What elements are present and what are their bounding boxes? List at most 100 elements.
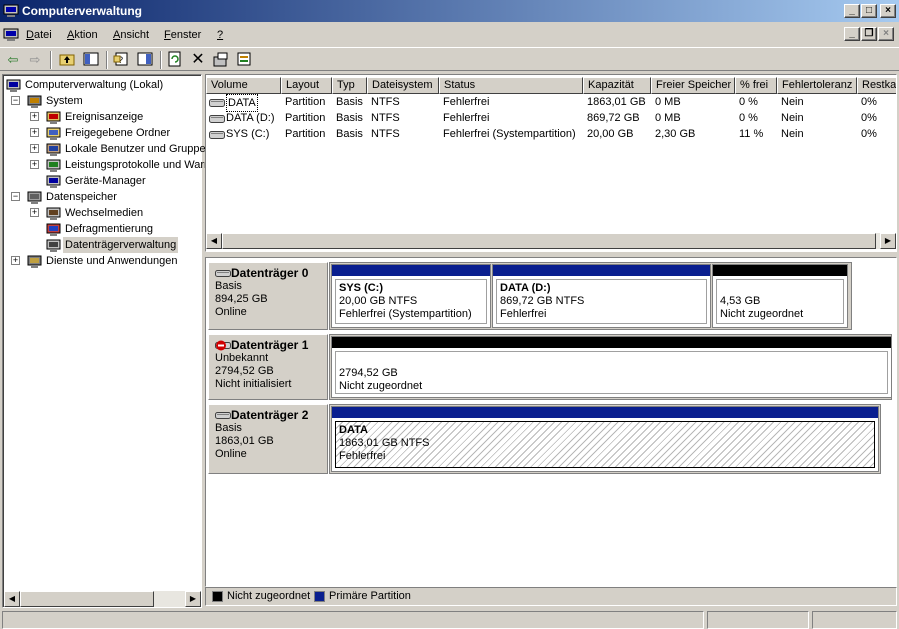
back-arrow-icon[interactable]: ⇦: [4, 51, 22, 69]
mdi-close-button[interactable]: ×: [878, 27, 894, 41]
scroll-thumb[interactable]: [20, 591, 154, 607]
partition-name: DATA (D:): [500, 282, 551, 294]
column-header[interactable]: Status: [439, 77, 583, 94]
computer-management-icon: [3, 4, 19, 17]
menu-datei[interactable]: Datei: [26, 29, 52, 41]
title-bar[interactable]: Computerverwaltung _ □ ×: [0, 0, 899, 22]
tree-item-users[interactable]: + Lokale Benutzer und Gruppen: [3, 141, 212, 157]
partition-block[interactable]: DATA 1863,01 GB NTFS Fehlerfrei: [331, 406, 879, 472]
scroll-thumb[interactable]: [222, 233, 876, 249]
column-header[interactable]: Restkapazität: [857, 77, 896, 94]
disk-properties-icon[interactable]: [235, 51, 253, 69]
minimize-button[interactable]: _: [844, 4, 860, 18]
expand-icon[interactable]: +: [30, 208, 39, 217]
tree-item-shared-folder[interactable]: + Freigegebene Ordner: [3, 125, 199, 141]
tree-item-performance[interactable]: + Leistungsprotokolle und Warnungen: [3, 157, 241, 173]
status-panel-2: [707, 611, 809, 629]
menu-aktion[interactable]: Aktion: [67, 29, 98, 41]
volume-row[interactable]: SYS (C:) Partition Basis NTFS Fehlerfrei (Sy…: [206, 126, 896, 142]
mmc-document-icon[interactable]: [3, 27, 19, 43]
disk-header[interactable]: Datenträger 2 Basis 1863,01 GB Online: [208, 404, 328, 474]
collapse-icon[interactable]: −: [11, 96, 20, 105]
volume-list-horizontal-scrollbar[interactable]: ◀ ▶: [206, 233, 896, 249]
unallocated-block[interactable]: 2794,52 GB Nicht zugeordnet: [331, 336, 892, 398]
expand-icon[interactable]: +: [11, 256, 20, 265]
column-header[interactable]: Volume: [206, 77, 281, 94]
disk-type: Basis: [215, 280, 242, 292]
refresh-icon[interactable]: [166, 51, 184, 69]
scroll-right-button[interactable]: ▶: [880, 233, 896, 249]
tree-item-device-manager[interactable]: Geräte-Manager: [3, 173, 199, 189]
partition-info: 2794,52 GB Nicht zugeordnet: [335, 351, 888, 394]
scroll-right-button[interactable]: ▶: [185, 591, 201, 607]
mdi-minimize-button[interactable]: _: [844, 27, 860, 41]
expand-icon[interactable]: +: [30, 128, 39, 137]
partition-block[interactable]: DATA (D:) 869,72 GB NTFS Fehlerfrei: [492, 264, 711, 328]
tree-horizontal-scrollbar[interactable]: ◀ ▶: [4, 591, 201, 607]
partition-name: SYS (C:): [339, 282, 383, 294]
unallocated-block[interactable]: 4,53 GB Nicht zugeordnet: [712, 264, 848, 328]
column-header[interactable]: Typ: [332, 77, 367, 94]
volume-row[interactable]: DATA Partition Basis NTFS Fehlerfrei 1863,01 …: [206, 94, 896, 112]
column-header[interactable]: % frei: [735, 77, 777, 94]
legend-unallocated-label: Nicht zugeordnet: [227, 590, 311, 602]
partition-info: 4,53 GB Nicht zugeordnet: [716, 279, 844, 324]
properties-icon[interactable]: ?: [112, 51, 130, 69]
volume-list[interactable]: Volume Layout Typ Dateisystem Status Kapazitä…: [205, 74, 897, 252]
delete-icon[interactable]: ✕: [189, 51, 207, 69]
tree-item-event-viewer[interactable]: + Ereignisanzeige: [3, 109, 199, 125]
partition-block[interactable]: SYS (C:) 20,00 GB NTFS Fehlerfrei (Systemp…: [331, 264, 491, 328]
column-header[interactable]: Fehlertoleranz: [777, 77, 857, 94]
export-icon[interactable]: [212, 51, 230, 69]
disk-header[interactable]: Datenträger 0 Basis 894,25 GB Online: [208, 262, 328, 330]
tree-item-computer[interactable]: Computerverwaltung (Lokal): [3, 77, 199, 93]
expand-icon[interactable]: +: [30, 112, 39, 121]
column-header[interactable]: Kapazität: [583, 77, 651, 94]
volume-row[interactable]: DATA (D:) Partition Basis NTFS Fehlerfrei 869…: [206, 110, 896, 126]
expand-icon[interactable]: +: [30, 144, 39, 153]
tree-item-storage[interactable]: − Datenspeicher: [3, 189, 199, 205]
collapse-icon[interactable]: −: [11, 192, 20, 201]
disk-graphical-view[interactable]: Datenträger 0 Basis 894,25 GB Online SYS (C:…: [205, 257, 897, 587]
column-header[interactable]: Freier Speicher: [651, 77, 735, 94]
storage-icon: [27, 189, 43, 205]
mdi-restore-button[interactable]: ❐: [861, 27, 877, 41]
volume-cell: Fehlerfrei: [443, 112, 490, 124]
volume-cell: 20,00 GB: [587, 128, 634, 140]
partition-bar: [332, 407, 878, 418]
disk-name-label: Datenträger 1: [231, 338, 309, 352]
tree-item-removable-media[interactable]: + Wechselmedien: [3, 205, 199, 221]
volume-cell: Fehlerfrei (Systempartition): [443, 128, 576, 140]
menu-help[interactable]: ?: [217, 29, 223, 41]
toolbar: ⇦ ⇨ ? ✕: [0, 47, 899, 71]
disk-header[interactable]: Datenträger 1 Unbekannt 2794,52 GB Nicht in…: [208, 334, 328, 400]
partition-size: 1863,01 GB NTFS: [339, 437, 430, 449]
tree-item-services[interactable]: + Dienste und Anwendungen: [3, 253, 199, 269]
tree-item-defrag[interactable]: Defragmentierung: [3, 221, 199, 237]
help-icon[interactable]: [136, 51, 154, 69]
show-tree-icon[interactable]: [82, 51, 100, 69]
legend: Nicht zugeordnet Primäre Partition: [205, 587, 897, 606]
forward-arrow-icon[interactable]: ⇨: [26, 51, 44, 69]
partition-size: 2794,52 GB: [339, 367, 398, 379]
volume-cell: Partition: [285, 96, 326, 108]
tree-item-system-tools[interactable]: − System: [3, 93, 199, 109]
tree-item-label: Dienste und Anwendungen: [46, 255, 178, 267]
column-header[interactable]: Dateisystem: [367, 77, 439, 94]
volume-cell: 0 MB: [655, 96, 681, 108]
disk-size: 1863,01 GB: [215, 435, 274, 447]
tree-item-disk-management[interactable]: Datenträgerverwaltung: [3, 237, 199, 253]
scroll-left-button[interactable]: ◀: [4, 591, 20, 607]
menu-ansicht[interactable]: Ansicht: [113, 29, 149, 41]
up-folder-icon[interactable]: [58, 51, 76, 69]
volume-cell: 0 MB: [655, 112, 681, 124]
expand-icon[interactable]: +: [30, 160, 39, 169]
legend-primary-label: Primäre Partition: [329, 590, 411, 602]
column-header[interactable]: Layout: [281, 77, 332, 94]
scroll-left-button[interactable]: ◀: [206, 233, 222, 249]
console-tree[interactable]: Computerverwaltung (Lokal) − System + Ereign…: [2, 74, 241, 608]
menu-fenster[interactable]: Fenster: [164, 29, 201, 41]
close-button[interactable]: ×: [880, 4, 896, 18]
maximize-button[interactable]: □: [861, 4, 877, 18]
disk-size: 894,25 GB: [215, 293, 268, 305]
